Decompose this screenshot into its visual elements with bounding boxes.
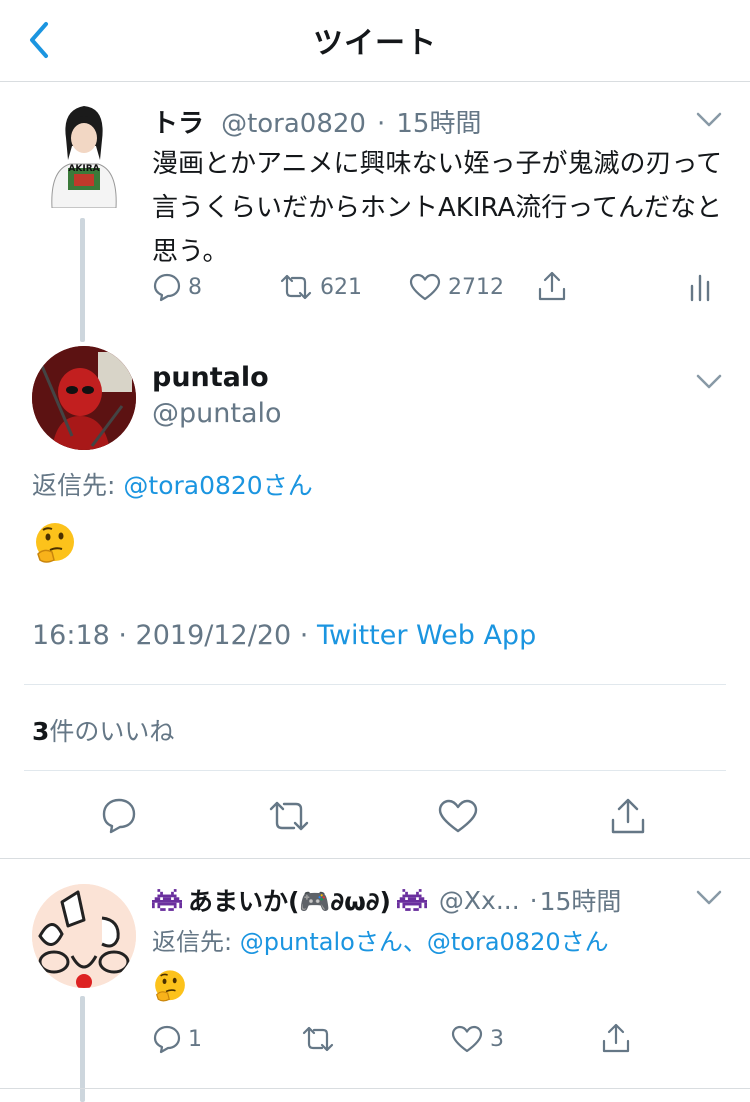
- reply-context: 返信先: @puntaloさん、@tora0820さん: [152, 922, 609, 957]
- reply-count: 1: [188, 1026, 202, 1052]
- reply-prefix: 返信先:: [152, 928, 233, 956]
- divider: [24, 684, 726, 685]
- retweet-icon[interactable]: [266, 797, 312, 835]
- heart-icon[interactable]: [437, 798, 479, 834]
- share-icon[interactable]: [608, 796, 648, 836]
- likes-count: 3: [32, 717, 50, 746]
- likes-label: 件のいいね: [49, 717, 175, 746]
- divider: [24, 770, 726, 771]
- reply-context: 返信先: @tora0820さん: [32, 466, 313, 502]
- retweet-button[interactable]: [300, 1024, 336, 1054]
- retweet-icon: [302, 1026, 334, 1052]
- display-name[interactable]: トラ: [152, 109, 204, 139]
- thinking-face-emoji: [36, 523, 74, 563]
- thread-line: [80, 996, 85, 1102]
- chevron-down-icon[interactable]: [696, 890, 722, 906]
- cartoon-face-avatar-image: [32, 884, 136, 988]
- timestamp-line: 16:18 · 2019/12/20 · Twitter Web App: [32, 620, 536, 651]
- retweet-count: 621: [320, 274, 362, 300]
- display-name[interactable]: あまいか(🎮∂ω∂): [188, 882, 391, 918]
- avatar[interactable]: AKIRA: [40, 100, 128, 208]
- chevron-down-icon[interactable]: [696, 374, 722, 390]
- reply-button[interactable]: 1: [152, 1024, 202, 1054]
- separator-dot: ·: [529, 885, 538, 915]
- share-button[interactable]: [536, 270, 568, 302]
- reply-button[interactable]: 8: [152, 272, 202, 302]
- share-button[interactable]: [600, 1022, 632, 1054]
- reply-count: 8: [188, 274, 202, 300]
- like-button[interactable]: 3: [450, 1024, 504, 1054]
- thread-line: [80, 218, 85, 342]
- like-count: 3: [490, 1026, 504, 1052]
- handle[interactable]: @Xx...: [439, 886, 520, 915]
- analytics-button[interactable]: [688, 272, 714, 302]
- page-title: ツイート: [313, 26, 437, 61]
- share-icon: [538, 271, 566, 301]
- avatar-shirt-text: AKIRA: [68, 164, 100, 174]
- display-name[interactable]: puntalo: [152, 362, 269, 393]
- like-count: 2712: [448, 274, 504, 300]
- top-bar: ツイート: [0, 0, 750, 82]
- handle[interactable]: @tora0820: [221, 109, 366, 139]
- reply-icon[interactable]: [100, 797, 138, 835]
- tweet-header: あまいか(🎮∂ω∂) @Xx... · 15時間: [152, 882, 621, 918]
- analytics-icon: [690, 274, 710, 302]
- likes-summary[interactable]: 3件のいいね: [32, 712, 174, 748]
- deadpool-avatar-image: [32, 346, 136, 450]
- chevron-down-icon[interactable]: [696, 112, 722, 128]
- tweet-header: トラ @tora0820 · 15時間: [152, 103, 481, 140]
- timestamp: 16:18 · 2019/12/20 ·: [32, 620, 317, 651]
- separator-dot: ·: [377, 109, 386, 139]
- reply-icon: [153, 1025, 181, 1054]
- avatar[interactable]: [32, 884, 136, 988]
- handle[interactable]: @puntalo: [152, 398, 282, 429]
- tweet-time[interactable]: 15時間: [540, 882, 622, 918]
- avatar[interactable]: [32, 346, 136, 450]
- retweet-icon: [280, 274, 312, 300]
- tweet-time[interactable]: 15時間: [396, 109, 481, 139]
- alien-monster-icon: [152, 889, 182, 911]
- tweet-text: 漫画とかアニメに興味ない姪っ子が鬼滅の刃って言うくらいだからホントAKIRA流行…: [152, 149, 723, 267]
- reply-to-link[interactable]: @puntaloさん、@tora0820さん: [240, 928, 609, 956]
- reply-prefix: 返信先:: [32, 471, 116, 500]
- akira-avatar-image: [51, 106, 117, 208]
- reply-icon: [153, 273, 181, 302]
- source-link[interactable]: Twitter Web App: [317, 620, 536, 651]
- like-button[interactable]: 2712: [408, 272, 504, 302]
- divider: [0, 1088, 750, 1089]
- share-icon: [602, 1023, 630, 1053]
- heart-icon: [451, 1025, 483, 1053]
- reply-to-link[interactable]: @tora0820さん: [123, 471, 312, 500]
- divider: [0, 858, 750, 859]
- retweet-button[interactable]: 621: [278, 272, 362, 302]
- alien-monster-icon: [396, 889, 427, 911]
- heart-icon: [409, 273, 441, 301]
- thinking-face-emoji: [155, 970, 185, 1002]
